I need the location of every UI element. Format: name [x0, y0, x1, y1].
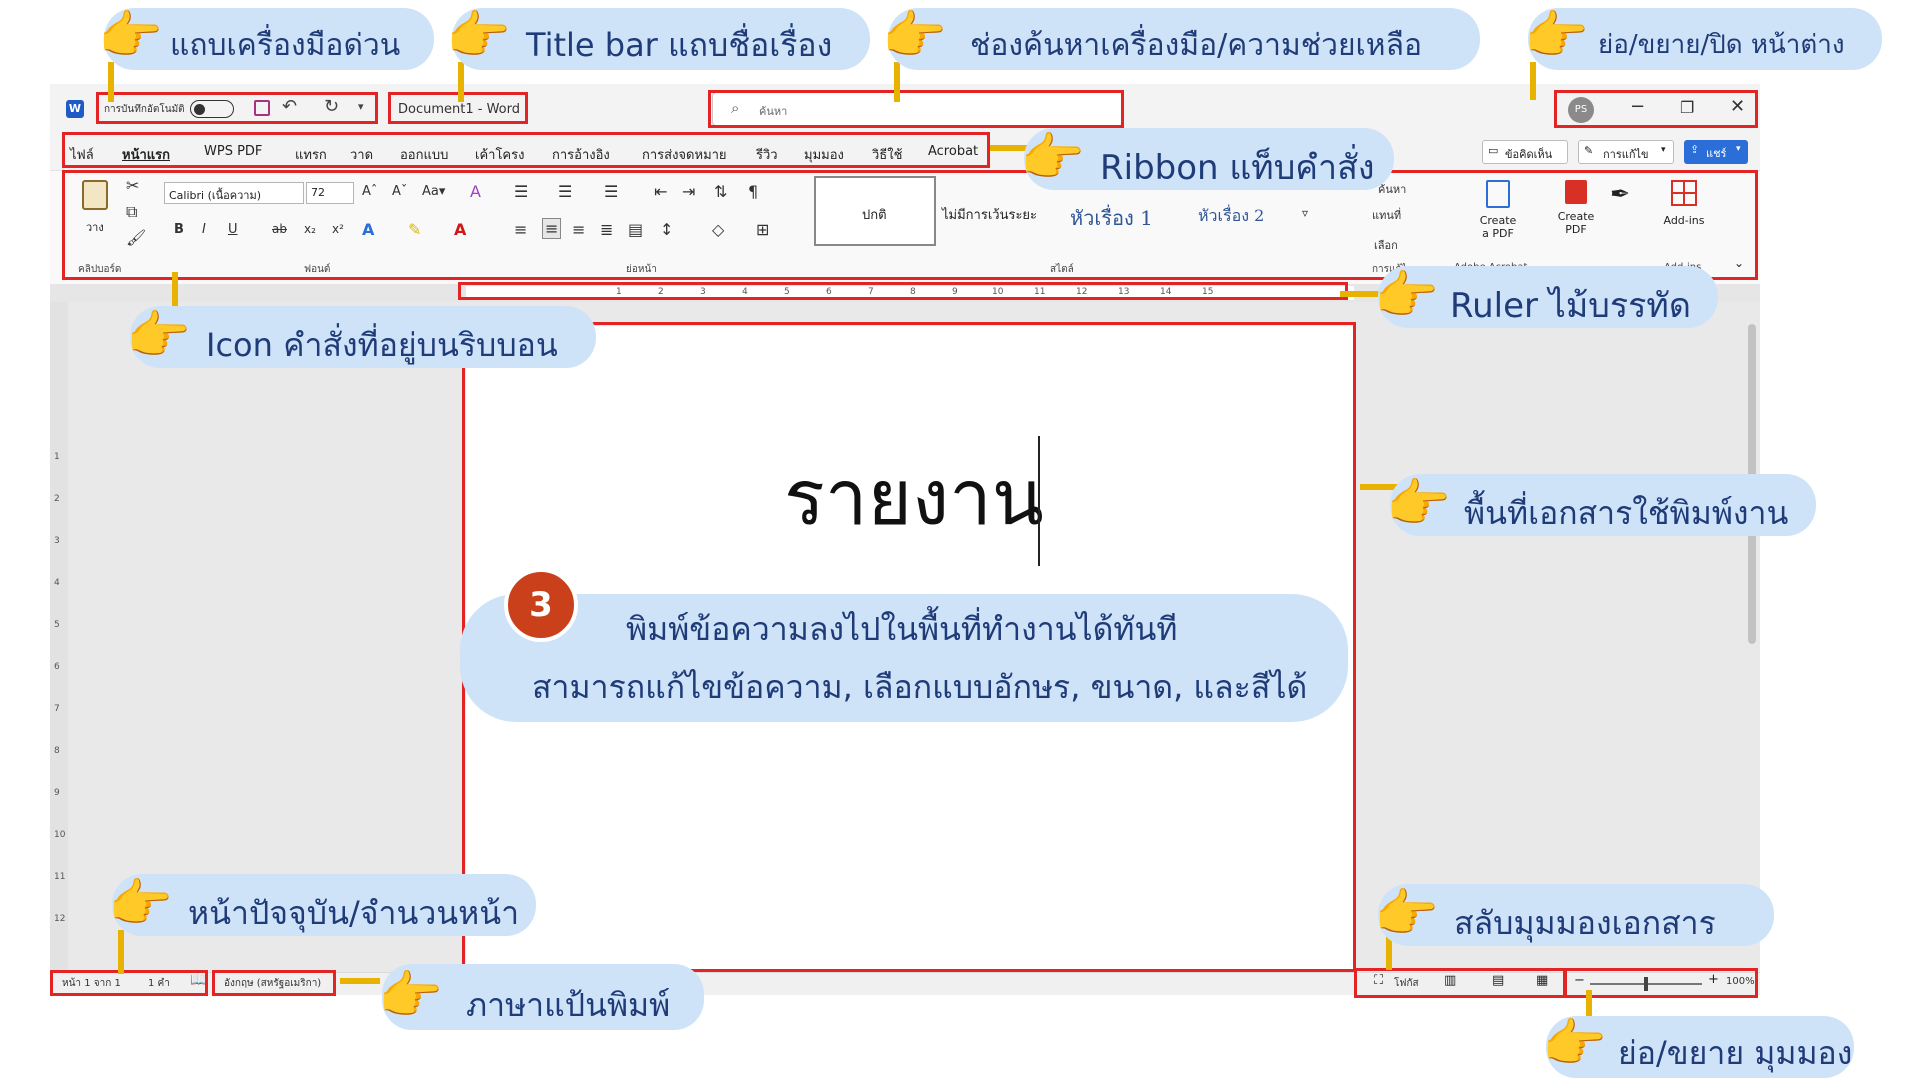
callout-window-controls: 👉 ย่อ/ขยาย/ปิด หน้าต่าง — [1524, 8, 1882, 70]
callout-keyboard-lang: 👉 ภาษาแป้นพิมพ์ — [378, 964, 704, 1030]
highlight-window-controls — [1554, 90, 1758, 128]
chevron-down-icon: ▾ — [1736, 144, 1741, 154]
callout-quick-access: 👉 แถบเครื่องมือด่วน — [98, 8, 434, 70]
callout-document-area: 👉 พื้นที่เอกสารใช้พิมพ์งาน — [1386, 474, 1816, 536]
editing-mode-button[interactable]: ✎ การแก้ไข ▾ — [1578, 140, 1674, 164]
hand-pointer-icon: 👉 — [378, 966, 443, 1026]
hand-pointer-icon: 👉 — [1542, 1014, 1607, 1074]
hand-pointer-icon: 👉 — [1374, 266, 1439, 326]
hand-pointer-icon: 👉 — [882, 6, 947, 66]
highlight-ruler — [458, 282, 1348, 300]
callout-step: 3 พิมพ์ข้อความลงไปในพื้นที่ทำงานได้ทันที… — [460, 568, 1348, 722]
share-button[interactable]: ⇪ แชร์ ▾ — [1684, 140, 1748, 164]
hand-pointer-icon: 👉 — [1020, 128, 1085, 188]
hand-pointer-icon: 👉 — [446, 6, 511, 66]
hand-pointer-icon: 👉 — [98, 6, 163, 66]
pin-window — [1530, 62, 1536, 100]
step-badge: 3 — [504, 568, 578, 642]
pin-title — [458, 62, 464, 102]
hand-pointer-icon: 👉 — [1386, 474, 1451, 534]
highlight-quick-access — [96, 92, 378, 124]
hand-pointer-icon: 👉 — [108, 874, 173, 934]
hand-pointer-icon: 👉 — [1524, 6, 1589, 66]
highlight-views — [1354, 968, 1566, 998]
pin-page-count — [118, 930, 124, 974]
highlight-zoom — [1564, 968, 1758, 998]
hand-pointer-icon: 👉 — [126, 306, 191, 366]
chevron-down-icon: ▾ — [1661, 145, 1666, 155]
highlight-ribbon — [62, 170, 1758, 280]
word-logo-icon: W — [66, 100, 84, 118]
vruler-numbers: 1 2 3 4 5 6 7 8 9 10 11 12 — [54, 452, 66, 924]
pencil-icon: ✎ — [1584, 144, 1594, 157]
callout-ruler: 👉 Ruler ไม้บรรทัด — [1374, 266, 1718, 328]
comments-button[interactable]: ▭ ข้อคิดเห็น — [1482, 140, 1568, 164]
hand-pointer-icon: 👉 — [1374, 884, 1439, 944]
callout-icons: 👉 Icon คำสั่งที่อยู่บนริบบอน — [126, 306, 596, 368]
share-icon: ⇪ — [1690, 143, 1700, 156]
callout-search: 👉 ช่องค้นหาเครื่องมือ/ความช่วยเหลือ — [882, 8, 1480, 70]
pin-search — [894, 62, 900, 102]
highlight-page-count — [50, 970, 208, 996]
comment-icon: ▭ — [1488, 144, 1499, 157]
callout-page-count: 👉 หน้าปัจจุบัน/จำนวนหน้า — [108, 874, 536, 936]
highlight-tabs — [62, 132, 990, 168]
highlight-search — [708, 90, 1124, 128]
callout-ribbon: 👉 Ribbon แท็บคำสั่ง — [1020, 128, 1394, 190]
callout-title-bar: 👉 Title bar แถบชื่อเรื่อง — [446, 8, 870, 70]
pin-quick-access — [108, 62, 114, 102]
callout-zoom: 👉 ย่อ/ขยาย มุมมอง — [1542, 1016, 1854, 1078]
highlight-language — [212, 970, 336, 996]
pin-language — [340, 978, 380, 984]
callout-views: 👉 สลับมุมมองเอกสาร — [1374, 884, 1774, 946]
